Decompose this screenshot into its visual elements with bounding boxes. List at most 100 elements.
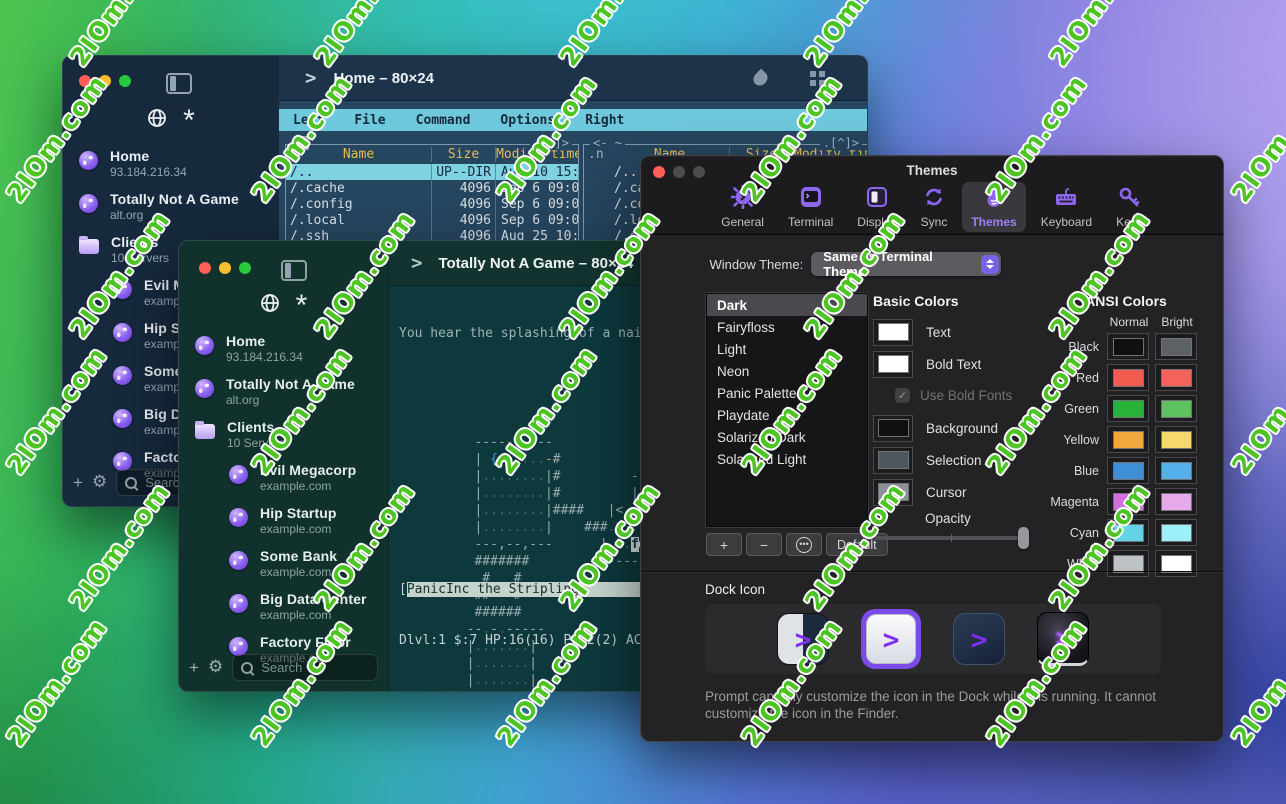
file-row[interactable]: /..UP--DIRAug 10 15:49 bbox=[286, 164, 578, 180]
asterisk-icon[interactable]: * bbox=[183, 111, 195, 131]
settings-gear-icon[interactable]: ⚙ bbox=[208, 659, 223, 676]
sidebar-item-big-data-center[interactable]: Big Data Centerexample.com bbox=[229, 591, 384, 622]
tab-keyboard[interactable]: Keyboard bbox=[1032, 182, 1101, 232]
file-row[interactable]: /.config4096Sep 6 09:04 bbox=[286, 196, 578, 212]
swatch-label: Selection bbox=[926, 453, 982, 468]
ansi-swatch-green-normal[interactable] bbox=[1107, 395, 1149, 422]
ansi-swatch-yellow-normal[interactable] bbox=[1107, 426, 1149, 453]
ansi-swatch-black-normal[interactable] bbox=[1107, 333, 1149, 360]
sidebar-item-home[interactable]: Home93.184.216.34 bbox=[195, 333, 384, 364]
theme-item-fairyfloss[interactable]: Fairyfloss bbox=[707, 316, 867, 338]
color-swatch-background[interactable] bbox=[873, 415, 913, 442]
ansi-swatch-white-normal[interactable] bbox=[1107, 550, 1149, 577]
theme-item-panic-palette[interactable]: Panic Palette bbox=[707, 382, 867, 404]
theme-item-solarized-dark[interactable]: Solarized Dark bbox=[707, 426, 867, 448]
color-swatch-text[interactable] bbox=[873, 319, 913, 346]
sidebar-item-some-bank[interactable]: Some Bankexample.com bbox=[229, 548, 384, 579]
dock-icon-option-split[interactable]: > bbox=[777, 613, 829, 665]
minimize-button[interactable] bbox=[99, 75, 111, 87]
close-button[interactable] bbox=[199, 262, 211, 274]
dock-icon-header: Dock Icon bbox=[705, 582, 765, 597]
ansi-swatch-red-normal[interactable] bbox=[1107, 364, 1149, 391]
themes-drop-icon[interactable] bbox=[751, 69, 771, 89]
tab-sync[interactable]: Sync bbox=[912, 182, 957, 232]
tab-themes[interactable]: Themes bbox=[962, 182, 1025, 232]
close-button[interactable] bbox=[79, 75, 91, 87]
sidebar-toggle-icon[interactable] bbox=[166, 73, 192, 94]
theme-item-solarized-light[interactable]: Solarized Light bbox=[707, 448, 867, 470]
add-server-button[interactable]: + bbox=[189, 659, 199, 676]
ansi-swatch-yellow-bright[interactable] bbox=[1155, 426, 1197, 453]
ansi-swatch-white-bright[interactable] bbox=[1155, 550, 1197, 577]
swatch-label: Text bbox=[926, 325, 951, 340]
ansi-swatch-blue-bright[interactable] bbox=[1155, 457, 1197, 484]
file-row[interactable]: /.cache4096Sep 6 09:04 bbox=[286, 180, 578, 196]
color-swatch-bold-text[interactable] bbox=[873, 351, 913, 378]
tab-display[interactable]: Display bbox=[848, 182, 905, 232]
ansi-label-yellow: Yellow bbox=[1041, 433, 1103, 447]
sidebar-item-home[interactable]: Home93.184.216.34 bbox=[79, 148, 275, 179]
mc-col-size[interactable]: Size bbox=[432, 147, 496, 162]
dock-icon-option-dark[interactable]: > bbox=[953, 613, 1005, 665]
tab-terminal[interactable]: Terminal bbox=[779, 182, 842, 232]
checkbox-label: Use Bold Fonts bbox=[920, 388, 1012, 403]
search-input[interactable] bbox=[259, 659, 369, 676]
minimize-button[interactable] bbox=[219, 262, 231, 274]
theme-item-light[interactable]: Light bbox=[707, 338, 867, 360]
shortcuts-grid-icon[interactable] bbox=[810, 71, 825, 86]
remove-theme-button[interactable]: − bbox=[746, 533, 782, 556]
color-swatch-cursor[interactable] bbox=[873, 479, 913, 506]
ansi-swatch-green-bright[interactable] bbox=[1155, 395, 1197, 422]
settings-gear-icon[interactable]: ⚙ bbox=[92, 474, 107, 491]
traffic-lights[interactable] bbox=[79, 75, 131, 87]
mc-menu-command[interactable]: Command bbox=[416, 113, 471, 128]
traffic-lights[interactable] bbox=[199, 262, 251, 274]
color-swatch-selection[interactable] bbox=[873, 447, 913, 474]
ansi-swatch-red-bright[interactable] bbox=[1155, 364, 1197, 391]
theme-item-dark[interactable]: Dark bbox=[707, 294, 867, 316]
more-options-button[interactable]: ••• bbox=[786, 533, 822, 556]
theme-item-playdate[interactable]: Playdate bbox=[707, 404, 867, 426]
zoom-button[interactable] bbox=[119, 75, 131, 87]
theme-list[interactable]: DarkFairyflossLightNeonPanic PalettePlay… bbox=[706, 293, 868, 527]
mc-menu-left[interactable]: Left bbox=[293, 113, 324, 128]
mc-menu-options[interactable]: Options bbox=[500, 113, 555, 128]
dock-icon-option-keycap[interactable]: > bbox=[1037, 612, 1089, 666]
basic-color-row: Background bbox=[873, 415, 1053, 441]
add-theme-button[interactable]: + bbox=[706, 533, 742, 556]
opacity-slider[interactable] bbox=[875, 536, 1027, 540]
sidebar-toggle-icon[interactable] bbox=[281, 260, 307, 281]
window-theme-popup[interactable]: Same as Terminal Theme bbox=[811, 252, 1001, 276]
search-field[interactable] bbox=[232, 654, 378, 681]
sidebar-item-totally-not-a-game[interactable]: Totally Not A Gamealt.org bbox=[195, 376, 384, 407]
tab-keys[interactable]: Keys bbox=[1107, 182, 1152, 232]
file-row[interactable]: /.local4096Sep 6 09:04 bbox=[286, 212, 578, 228]
asterisk-icon[interactable]: * bbox=[296, 296, 308, 316]
tab-general[interactable]: General bbox=[712, 182, 773, 232]
ansi-swatch-black-bright[interactable] bbox=[1155, 333, 1197, 360]
mc-menu-right[interactable]: Right bbox=[585, 113, 624, 128]
ansi-swatch-cyan-normal[interactable] bbox=[1107, 519, 1149, 546]
sidebar-item-clients[interactable]: Clients10 Servers bbox=[195, 419, 384, 450]
globe-icon[interactable] bbox=[260, 293, 280, 313]
use-bold-fonts-checkbox[interactable]: ✓ bbox=[895, 388, 910, 403]
zoom-button[interactable] bbox=[239, 262, 251, 274]
ansi-swatch-blue-normal[interactable] bbox=[1107, 457, 1149, 484]
ansi-swatch-magenta-bright[interactable] bbox=[1155, 488, 1197, 515]
globe-icon[interactable] bbox=[147, 108, 167, 128]
ansi-swatch-cyan-bright[interactable] bbox=[1155, 519, 1197, 546]
swatch-label: Cursor bbox=[926, 485, 967, 500]
dock-icon-option-light-selected[interactable]: > bbox=[861, 609, 921, 669]
display-icon bbox=[865, 185, 889, 214]
sidebar-item-hip-startup[interactable]: Hip Startupexample.com bbox=[229, 505, 384, 536]
globe-icon bbox=[229, 551, 248, 570]
sidebar-item-evil-megacorp[interactable]: Evil Megacorpexample.com bbox=[229, 462, 384, 493]
settings-window-themes[interactable]: Themes GeneralTerminalDisplaySyncThemesK… bbox=[640, 155, 1224, 742]
mc-panel-chip[interactable]: < bbox=[294, 136, 309, 150]
sidebar-item-totally-not-a-game[interactable]: Totally Not A Gamealt.org bbox=[79, 191, 275, 222]
slider-knob[interactable] bbox=[1018, 527, 1029, 549]
add-server-button[interactable]: + bbox=[73, 474, 83, 491]
ansi-swatch-magenta-normal[interactable] bbox=[1107, 488, 1149, 515]
theme-item-neon[interactable]: Neon bbox=[707, 360, 867, 382]
mc-menu-file[interactable]: File bbox=[354, 113, 385, 128]
